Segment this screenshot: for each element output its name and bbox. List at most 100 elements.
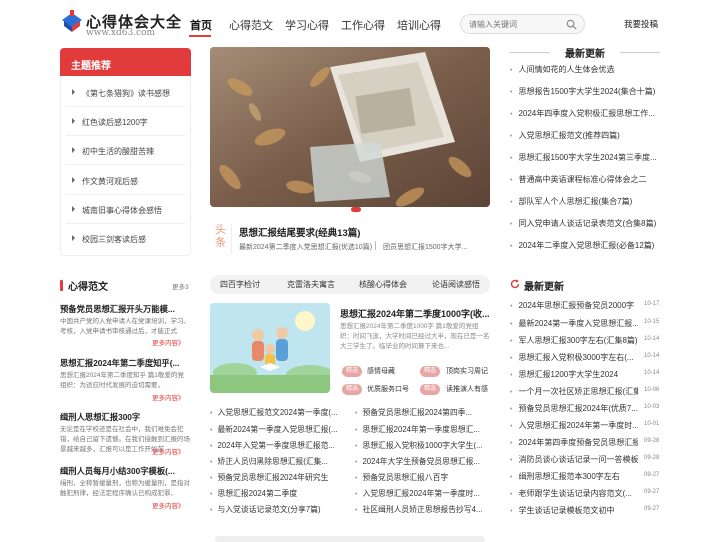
topic-item[interactable]: 红色读后感1200字 (72, 117, 182, 128)
latest-item[interactable]: 普通高中英语课程标准心得体会之二 (510, 174, 660, 185)
list-item[interactable]: 与入党谈话记录范文(分享7篇) (210, 504, 338, 515)
topic-item[interactable]: 城南旧事心得体会感悟 (72, 205, 182, 216)
update-date: 10-01 (644, 421, 660, 427)
tab-item[interactable]: 克雷洛夫寓言 (287, 279, 335, 290)
featured-excerpt: 思想汇报2024年第二季度1000字 篇1敬爱的党组织：时间飞逝，大学时间已经过… (340, 323, 490, 350)
latest-item[interactable]: 2024年四季度入党积极汇报思想工作... (510, 108, 660, 119)
list-item[interactable]: 思想汇报入党积极1000字大学生(... (355, 440, 483, 451)
update-date: 10-03 (644, 404, 660, 410)
topic-title: 主题推荐 (60, 48, 191, 76)
tab-item[interactable]: 四百字检讨 (220, 279, 260, 290)
headline-title[interactable]: 思想汇报结尾要求(经典13篇) (239, 225, 360, 239)
list-item[interactable]: 2024年入党第一季度思想汇报范... (210, 440, 338, 451)
article-more-link[interactable]: 更多内容》 (152, 392, 185, 402)
headline-badge: 头条 (210, 224, 232, 254)
article-title[interactable]: 思想汇报2024年第二季度知乎(... (60, 357, 190, 369)
list-item[interactable]: 思想汇报2024第二季度 (210, 488, 338, 499)
divider (66, 164, 186, 165)
latest-item[interactable]: 思想汇报1500字大学生2024第三季度... (510, 152, 660, 163)
nav-home[interactable]: 首页 (190, 17, 212, 33)
nav-xuexi[interactable]: 学习心得 (285, 17, 329, 33)
update-date: 09-27 (644, 472, 660, 478)
tag-badge: 精选 (342, 366, 362, 377)
logo-url: www.xd63.com (86, 28, 156, 38)
update-date: 10-15 (644, 319, 660, 325)
nav-xinde-fanwen[interactable]: 心得范文 (229, 17, 273, 33)
list-item[interactable]: 入党思想汇报2024年第一季度时... (355, 488, 483, 499)
article-more-link[interactable]: 更多内容》 (152, 337, 185, 347)
search-icon[interactable] (566, 19, 577, 30)
list-item[interactable]: 预备党员思想汇报2024第四季... (355, 407, 483, 418)
submit-article-button[interactable]: 我要投稿 (620, 15, 662, 33)
list-item[interactable]: 矫正人员归黑除思想汇报(汇集... (210, 456, 338, 467)
update-date: 09-28 (644, 438, 660, 444)
topic-item[interactable]: 初中生活的酸甜苦辣 (72, 146, 182, 157)
tab-item[interactable]: 论语阅读感悟 (432, 279, 480, 290)
headline-sub-link[interactable]: 团员思想汇报1500字大学... (383, 242, 493, 252)
latest-item[interactable]: 入党思想汇报范文(推荐四篇) (510, 130, 660, 141)
banner-image (210, 47, 490, 207)
topic-item[interactable]: 作文黄河观后感 (72, 176, 182, 187)
update-date: 10-06 (644, 387, 660, 393)
featured-image[interactable] (210, 303, 330, 393)
update-date: 10-17 (644, 301, 660, 307)
topic-item[interactable]: 《第七条猎狗》读书感想 (72, 88, 182, 99)
refresh-icon (510, 279, 520, 289)
tag-badge: 精选 (420, 366, 440, 377)
update-item[interactable]: 2024年思想汇报预备党员2000字 (510, 300, 638, 311)
tagged-link[interactable]: 优质服务口号 (367, 384, 417, 394)
update-item[interactable]: 老师跟学生谈话记录内容范文(... (510, 488, 638, 499)
article-title[interactable]: 缉刑人思想汇报300字 (60, 411, 190, 423)
latest-item[interactable]: 思想报告1500字大学生2024(集合十篇) (510, 86, 660, 97)
update-item[interactable]: 思想汇报入党积极3000字左右(... (510, 352, 638, 363)
latest-item[interactable]: 同入党申请人谈话记录表范文(合集8篇) (510, 218, 660, 229)
logo-icon (62, 10, 82, 32)
list-item[interactable]: 最新2024第一季度入党思想汇报(... (210, 424, 338, 435)
tab-item[interactable]: 核酸心得体会 (359, 279, 407, 290)
topic-item[interactable]: 校园三剑客读后感 (72, 234, 182, 245)
carousel-dots[interactable] (335, 199, 372, 217)
banner-carousel[interactable] (210, 47, 490, 207)
scroll-indicator (215, 536, 485, 542)
latest-item[interactable]: 部队军人个人思想汇报(集合7篇) (510, 196, 660, 207)
tagged-link[interactable]: 感情母藏 (367, 366, 417, 376)
list-item[interactable]: 预备党员思想汇报2024年研究生 (210, 472, 338, 483)
update-item[interactable]: 缉刑思想汇报范本300字左右 (510, 471, 638, 482)
list-item[interactable]: 入党思想汇报范文2024第一季度(... (210, 407, 338, 418)
xinde-section-title: 心得范文 (68, 282, 108, 293)
update-item[interactable]: 消防员谈心谈话记录一问一答模板 (510, 454, 638, 465)
update-item[interactable]: 思想汇报1200字大学生2024 (510, 369, 638, 380)
headline-sub-link[interactable]: 最新2024第二季度入党思想汇报(优选10篇) (239, 242, 372, 252)
article-title[interactable]: 缉刑人员每月小结300字模板(... (60, 465, 190, 477)
article-more-link[interactable]: 更多内容》 (152, 500, 185, 510)
family-reading-illustration (210, 303, 330, 393)
article-title[interactable]: 预备党员思想汇报开头万能模... (60, 303, 190, 315)
update-date: 09-27 (644, 506, 660, 512)
tag-badge: 精选 (420, 384, 440, 395)
update-item[interactable]: 最新2024第一季度入党思想汇报... (510, 318, 638, 329)
divider (620, 52, 660, 53)
nav-peixun[interactable]: 培训心得 (397, 17, 441, 33)
nav-gongzuo[interactable]: 工作心得 (341, 17, 385, 33)
update-item[interactable]: 军人思想汇报300字左右(汇集8篇) (510, 335, 638, 346)
latest-item[interactable]: 人间情如花的人生体会优选 (510, 64, 660, 75)
list-item[interactable]: 思想汇报2024年第一季度思想汇... (355, 424, 483, 435)
tagged-link[interactable]: 顶岗实习周记 (446, 366, 490, 376)
featured-title[interactable]: 思想汇报2024年第二季度1000字(收... (340, 307, 490, 320)
article-more-link[interactable]: 更多内容》 (152, 446, 185, 456)
list-item[interactable]: 2024年大学生预备党员思想汇报... (355, 456, 483, 467)
update-item[interactable]: 预备党员思想汇报2024年(优质7... (510, 403, 638, 414)
list-item[interactable]: 预备党员思想汇报八百字 (355, 472, 483, 483)
update-item[interactable]: 学生谈话记录模板范文初中 (510, 505, 638, 516)
update-item[interactable]: 入党思想汇报2024年第一季度时... (510, 420, 638, 431)
list-item[interactable]: 社区缉刑人员矫正思想报告抄写4... (355, 504, 483, 515)
tag-badge: 精选 (342, 384, 362, 395)
update-item[interactable]: 2024年第四季度预备党员思想汇报 (510, 437, 638, 448)
search-input[interactable] (469, 18, 559, 31)
update-item[interactable]: 一个月一次社区矫正思想汇报(汇集... (510, 386, 638, 397)
tagged-link[interactable]: 读推演人有感 (446, 384, 490, 394)
more-link[interactable]: 更多3 (172, 281, 189, 291)
divider (66, 223, 186, 224)
latest-item[interactable]: 2024年二季度入党思想汇报(必备12篇) (510, 240, 660, 251)
divider (66, 135, 186, 136)
